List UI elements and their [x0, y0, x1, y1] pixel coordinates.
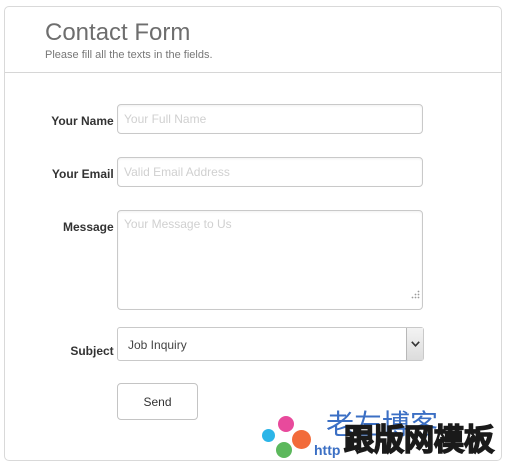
watermark-bottom-text: 跟版网模板: [343, 423, 495, 459]
message-label: Message :: [62, 220, 121, 234]
subject-select[interactable]: Job Inquiry: [117, 327, 424, 361]
logo-dot-blue: [262, 429, 275, 442]
chevron-down-icon: [410, 341, 420, 347]
name-input[interactable]: [117, 104, 423, 134]
select-arrow-button[interactable]: [406, 328, 423, 360]
form-header: Contact Form Please fill all the texts i…: [5, 7, 501, 73]
watermark-logo: 老左博客 http 跟版网模板: [258, 408, 508, 468]
watermark-url: http: [314, 442, 341, 458]
name-label: Your Name :: [51, 114, 121, 128]
email-label: Your Email :: [51, 167, 121, 181]
form-subtitle: Please fill all the texts in the fields.: [45, 49, 213, 61]
message-textarea[interactable]: [117, 210, 423, 310]
logo-dot-pink: [278, 416, 294, 432]
subject-label: Subject :: [70, 344, 121, 358]
form-title: Contact Form: [45, 19, 191, 46]
email-input[interactable]: [117, 157, 423, 187]
send-button[interactable]: Send: [117, 383, 198, 420]
subject-selected-value: Job Inquiry: [128, 338, 187, 352]
logo-dot-green: [276, 442, 292, 458]
logo-dot-orange: [292, 430, 311, 449]
resize-grip-icon[interactable]: [411, 290, 420, 299]
